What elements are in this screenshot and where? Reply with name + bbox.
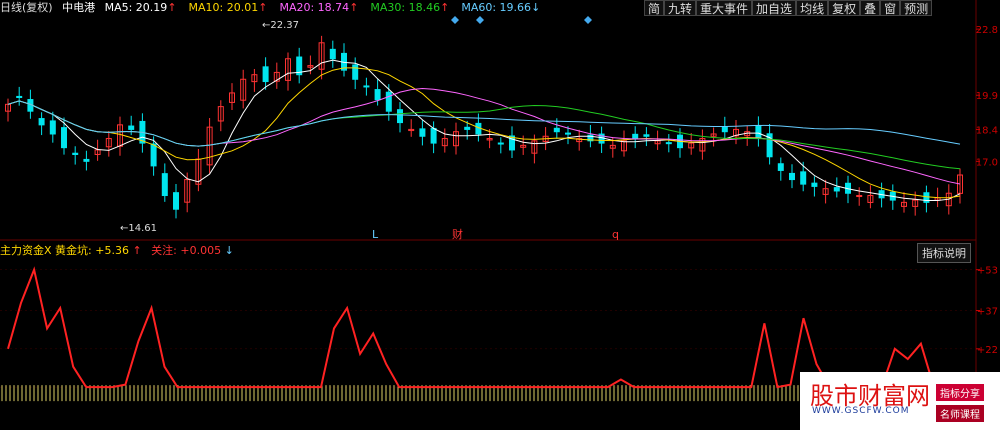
candle-body [173,192,179,210]
candle-body [49,120,56,135]
candle-body [755,125,762,140]
candle-body [777,163,784,171]
candle-body [811,182,818,187]
event-marker: L [372,228,379,241]
event-diamond-icon [584,16,592,24]
candle-body [262,66,269,83]
candle-body [38,118,45,126]
candle-body [464,126,471,130]
candle-body [565,132,571,135]
candle-body [430,127,437,144]
candle-body [833,187,840,192]
candle-body [643,134,650,137]
candle-body [553,127,560,133]
watermark-url: WWW.GSCFW.COM [812,406,910,416]
indicator-help-button[interactable]: 指标说明 [917,243,971,263]
indicator-main-label: 主力资金X 黄金坑: +5.36 [0,244,129,257]
candle-body [329,48,336,60]
candle-body [150,143,157,167]
candle-body [128,125,135,130]
candle-body [789,172,795,181]
event-diamond-icon [476,16,484,24]
candle-body [352,64,359,80]
candle-body [72,152,79,155]
indicator-axis-label: +37 [977,307,998,318]
candle-body [721,126,728,133]
low-price-label: ←14.61 [120,223,157,234]
price-chart: 22.8 19.9 18.4 17.0 ←22.37 ←14.61 L 财 q +53 +37 +22… [0,0,998,430]
candle-body [497,142,504,145]
indicator-axis-label: +22 [977,345,998,356]
indicator-axis-label: +53 [977,266,998,277]
candle-body [856,195,863,198]
candle-body [665,142,672,145]
candle-body [800,171,807,185]
price-axis-label: 19.9 [976,91,998,102]
event-diamond-icon [451,16,459,24]
watermark: 股市财富网 WWW.GSCFW.COM 指标分享 名师课程 [800,372,1000,430]
indicator-up-arrow: ↑ [132,244,142,257]
candle-body [363,85,370,88]
candle-body [374,89,381,101]
candle-body [83,158,90,162]
price-axis-label: 17.0 [976,157,998,168]
indicator-title: 主力资金X 黄金坑: +5.36 ↑ 关注: +0.005 ↓ [0,243,234,259]
candle-body [385,91,392,112]
indicator-down-arrow: ↓ [224,244,234,257]
indicator-focus-label: 关注: +0.005 [151,244,222,257]
candle-body [161,173,168,197]
watermark-tag-share: 指标分享 [936,384,984,401]
event-marker: q [612,228,619,241]
price-axis-label: 18.4 [976,125,998,136]
ma-line [7,59,961,201]
ma-line [7,67,961,199]
high-price-label: ←22.37 [262,20,299,31]
candle-body [397,109,403,124]
event-marker: 财 [452,227,463,241]
candle-body [16,95,23,99]
indicator-line [7,266,960,389]
candle-body [61,127,67,149]
candle-body [632,133,639,140]
candle-body [419,128,426,137]
price-axis-label: 22.8 [976,25,998,36]
watermark-tag-course: 名师课程 [936,405,984,422]
ma-line [7,87,961,185]
